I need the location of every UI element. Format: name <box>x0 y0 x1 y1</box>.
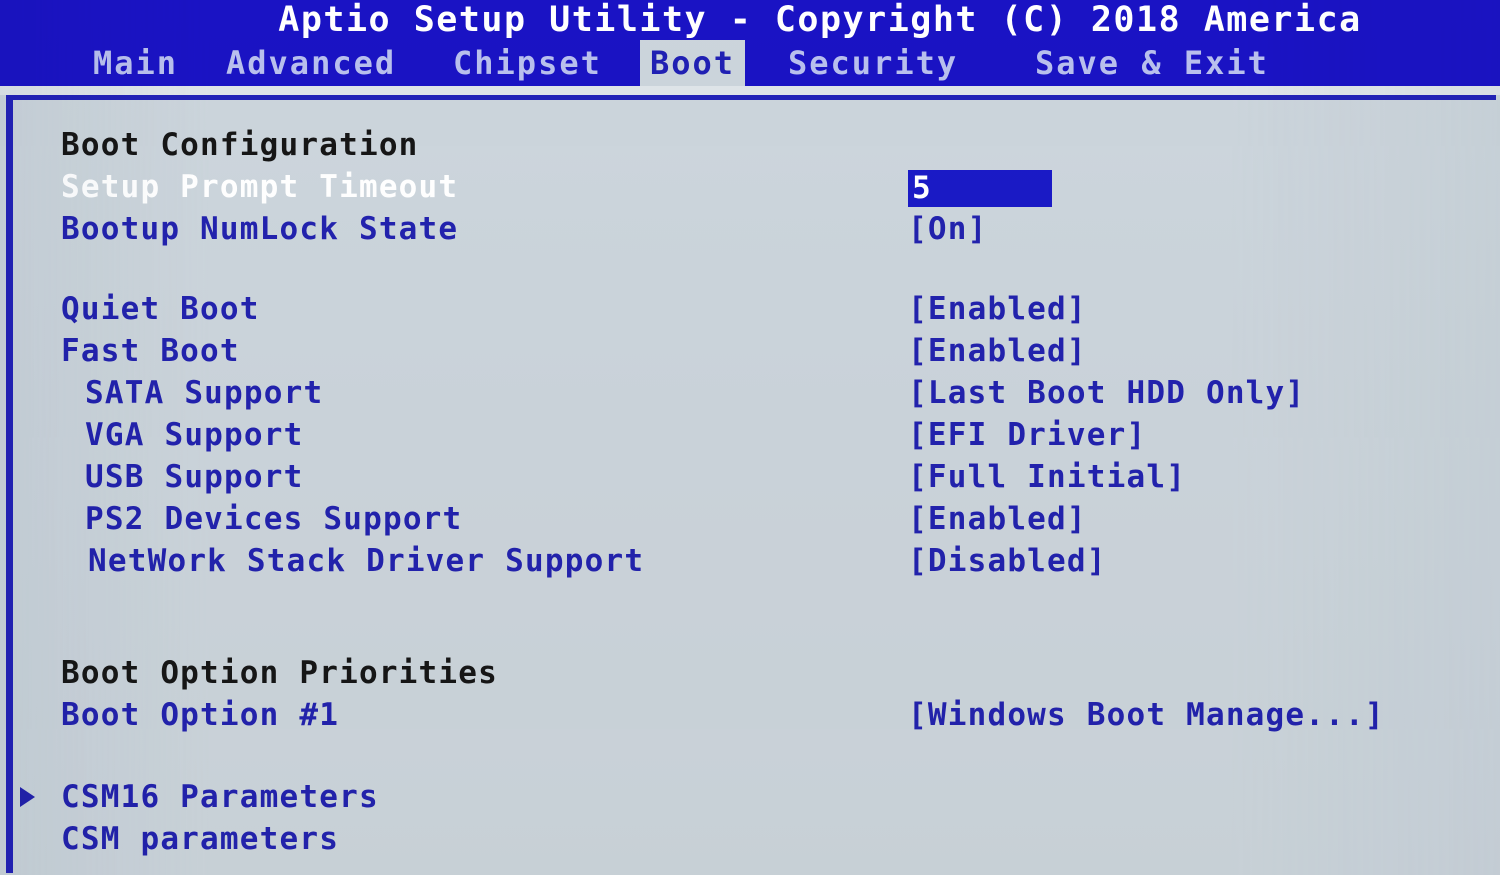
setting-label-setup-prompt-timeout[interactable]: Setup Prompt Timeout <box>61 170 458 204</box>
setting-label-quiet-boot[interactable]: Quiet Boot <box>61 292 260 326</box>
section-heading-boot-option-priorities: Boot Option Priorities <box>61 655 498 691</box>
page-title: Aptio Setup Utility - Copyright (C) 2018… <box>278 0 1362 40</box>
setting-value-setup-prompt-timeout-selected[interactable]: 5 <box>908 170 1052 207</box>
setting-value-sata-support[interactable]: [Last Boot HDD Only] <box>908 376 1305 410</box>
menu-tab-main[interactable]: Main <box>83 40 188 86</box>
menu-underline-strip <box>0 86 1500 95</box>
setting-label-sata-support[interactable]: SATA Support <box>85 376 323 410</box>
menu-tab-save-exit[interactable]: Save & Exit <box>1025 40 1279 86</box>
triangle-right-icon <box>20 787 35 807</box>
section-heading-boot-configuration: Boot Configuration <box>61 127 419 163</box>
setting-label-usb-support[interactable]: USB Support <box>85 460 304 494</box>
setting-label-boot-option-1[interactable]: Boot Option #1 <box>61 698 339 732</box>
setting-value-quiet-boot[interactable]: [Enabled] <box>908 292 1087 326</box>
bios-setup-screen: Aptio Setup Utility - Copyright (C) 2018… <box>0 0 1500 875</box>
menu-tab-label: Chipset <box>453 44 602 82</box>
setting-value-usb-support[interactable]: [Full Initial] <box>908 460 1186 494</box>
setting-label-fast-boot[interactable]: Fast Boot <box>61 334 240 368</box>
setting-value-network-stack-driver-support[interactable]: [Disabled] <box>908 544 1107 578</box>
submenu-item-csm-parameters[interactable]: CSM parameters <box>61 822 339 856</box>
setting-value-ps2-devices-support[interactable]: [Enabled] <box>908 502 1087 536</box>
menu-tab-label: Boot <box>650 44 736 82</box>
menu-tab-chipset[interactable]: Chipset <box>443 40 612 86</box>
setting-value-fast-boot[interactable]: [Enabled] <box>908 334 1087 368</box>
menu-tab-advanced[interactable]: Advanced <box>216 40 406 86</box>
setting-label-ps2-devices-support[interactable]: PS2 Devices Support <box>85 502 462 536</box>
setting-label-network-stack-driver-support[interactable]: NetWork Stack Driver Support <box>88 544 644 578</box>
setting-label-bootup-numlock-state[interactable]: Bootup NumLock State <box>61 212 458 246</box>
setting-value-vga-support[interactable]: [EFI Driver] <box>908 418 1146 452</box>
window-title-bar: Aptio Setup Utility - Copyright (C) 2018… <box>0 0 1500 40</box>
menu-tab-label: Advanced <box>226 44 397 82</box>
menu-bar: Main Advanced Chipset Boot Security Save & Ex… <box>0 40 1500 86</box>
menu-tab-security[interactable]: Security <box>778 40 968 86</box>
setting-value-bootup-numlock-state[interactable]: [On] <box>908 212 987 246</box>
submenu-item-csm16-parameters[interactable]: CSM16 Parameters <box>61 780 379 814</box>
menu-tab-boot[interactable]: Boot <box>640 40 746 86</box>
setting-label-vga-support[interactable]: VGA Support <box>85 418 304 452</box>
setting-value-boot-option-1[interactable]: [Windows Boot Manage...] <box>908 698 1385 732</box>
menu-tab-label: Save & Exit <box>1035 44 1269 82</box>
menu-tab-label: Main <box>93 44 179 82</box>
menu-tab-label: Security <box>788 44 959 82</box>
